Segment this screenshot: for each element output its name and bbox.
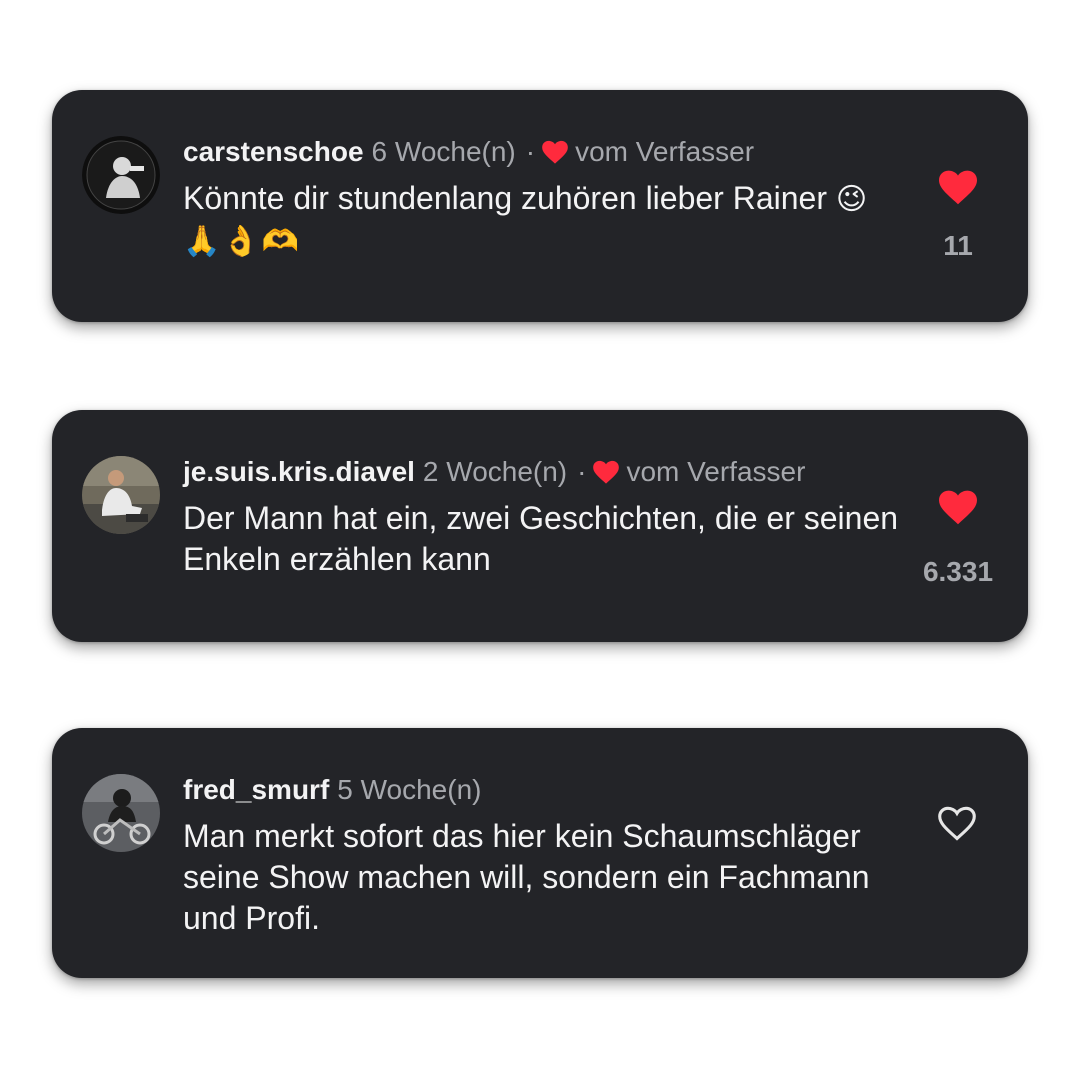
username[interactable]: carstenschoe bbox=[183, 136, 364, 167]
comment-header: carstenschoe 6 Woche(n) · vom Verfasser bbox=[183, 136, 754, 168]
heart-filled-icon bbox=[939, 490, 977, 525]
avatar[interactable] bbox=[82, 456, 160, 534]
author-liked-heart-icon bbox=[593, 460, 620, 484]
like-button[interactable] bbox=[937, 168, 979, 206]
author-like-label: vom Verfasser bbox=[626, 456, 806, 487]
timestamp: 6 Woche(n) bbox=[371, 136, 516, 167]
separator: · bbox=[577, 456, 587, 487]
author-like-label: vom Verfasser bbox=[575, 136, 755, 167]
comment-card: fred_smurf 5 Woche(n) Man merkt sofort da… bbox=[52, 728, 1028, 978]
comment-text-content: Könnte dir stundenlang zuhören lieber Ra… bbox=[183, 180, 836, 216]
comment-text: Der Mann hat ein, zwei Geschichten, die … bbox=[183, 500, 899, 577]
timestamp: 5 Woche(n) bbox=[337, 774, 482, 805]
comment-card: carstenschoe 6 Woche(n) · vom Verfasser Kön… bbox=[52, 90, 1028, 322]
like-count: 6.331 bbox=[922, 556, 994, 587]
username[interactable]: fred_smurf bbox=[183, 774, 329, 805]
author-liked-heart-icon bbox=[542, 140, 568, 164]
comment-header: fred_smurf 5 Woche(n) bbox=[183, 774, 481, 806]
like-count: 11 bbox=[943, 230, 973, 261]
timestamp: 2 Woche(n) bbox=[422, 456, 568, 487]
separator: · bbox=[525, 136, 536, 167]
comment-text: Könnte dir stundenlang zuhören lieber Ra… bbox=[183, 178, 903, 262]
avatar[interactable] bbox=[82, 774, 160, 852]
comment-text: Man merkt sofort das hier kein Schaumsch… bbox=[183, 818, 870, 936]
comment-header: je.suis.kris.diavel 2 Woche(n) · vom Verfas… bbox=[183, 456, 805, 488]
like-button[interactable] bbox=[937, 488, 979, 526]
heart-outline-icon bbox=[938, 806, 976, 841]
like-button[interactable] bbox=[936, 804, 978, 842]
heart-filled-icon bbox=[939, 170, 977, 205]
avatar[interactable] bbox=[82, 136, 160, 214]
comment-card: je.suis.kris.diavel 2 Woche(n) · vom Verfas… bbox=[52, 410, 1028, 642]
username[interactable]: je.suis.kris.diavel bbox=[183, 456, 415, 487]
